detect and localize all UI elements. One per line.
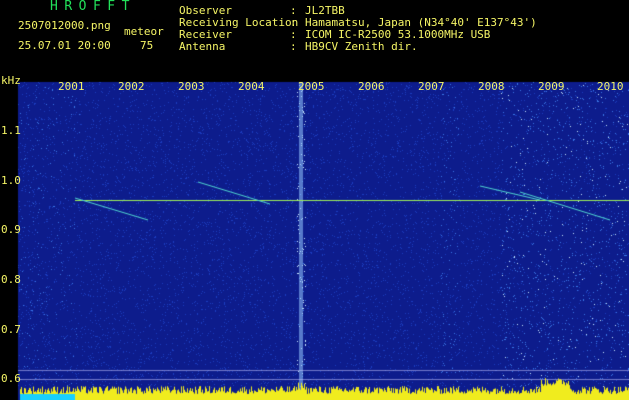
info-value-antenna: HB9CV Zenith dir. xyxy=(305,40,418,53)
spectrogram-canvas xyxy=(0,74,629,400)
y-tick-label: 1.0 xyxy=(1,174,21,187)
y-tick-label: 0.6 xyxy=(1,372,21,385)
x-tick-label: 2005 xyxy=(298,80,325,93)
observation-datetime: 25.07.01 20:00 xyxy=(18,39,111,52)
x-tick-label: 2004 xyxy=(238,80,265,93)
y-axis-unit: kHz xyxy=(1,74,21,87)
x-tick-label: 2007 xyxy=(418,80,445,93)
x-tick-label: 2008 xyxy=(478,80,505,93)
meteor-count: 75 xyxy=(140,39,154,52)
info-label-antenna: Antenna xyxy=(179,40,226,53)
meteor-label: meteor xyxy=(124,25,164,38)
y-tick-label: 0.7 xyxy=(1,323,21,336)
y-tick-label: 1.1 xyxy=(1,124,21,137)
x-tick-label: 2002 xyxy=(118,80,145,93)
y-tick-label: 0.8 xyxy=(1,273,21,286)
x-tick-label: 2010 xyxy=(597,80,624,93)
y-tick-label: 0.9 xyxy=(1,223,21,236)
header-panel: HROFFT 2507012000.png 25.07.01 20:00 met… xyxy=(0,0,629,74)
x-tick-label: 2006 xyxy=(358,80,385,93)
x-tick-label: 2009 xyxy=(538,80,565,93)
x-tick-label: 2003 xyxy=(178,80,205,93)
info-separator: : xyxy=(290,40,297,53)
image-filename: 2507012000.png xyxy=(18,19,111,32)
x-tick-label: 2001 xyxy=(58,80,85,93)
app-title: HROFFT xyxy=(50,0,136,14)
